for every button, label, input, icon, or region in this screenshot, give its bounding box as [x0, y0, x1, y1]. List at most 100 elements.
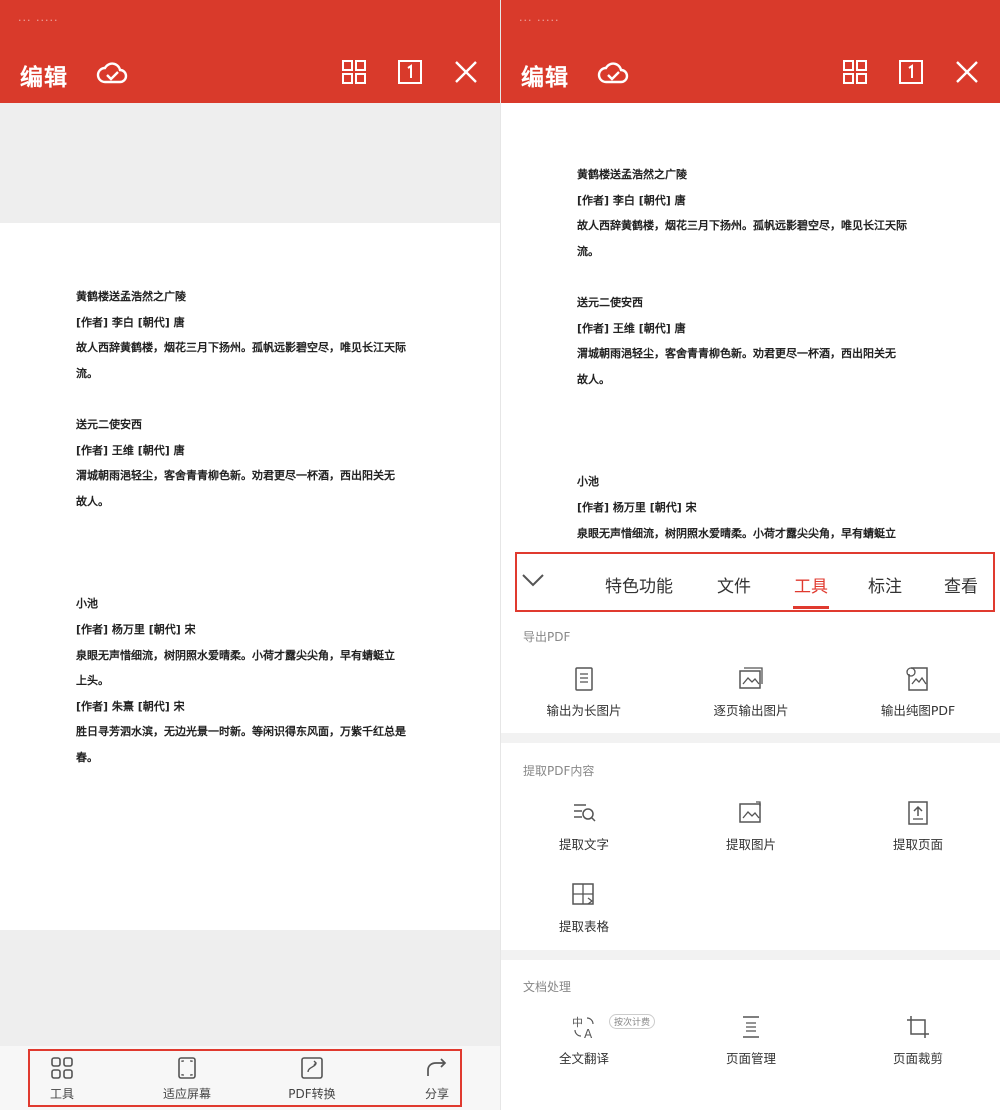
cloud-check-icon[interactable] — [96, 58, 128, 90]
doc-line: 黄鹤楼送孟浩然之广陵 — [76, 290, 186, 303]
tab-view[interactable]: 查看 — [944, 572, 978, 597]
single-page-icon[interactable] — [897, 58, 925, 86]
doc-line: 故人西辞黄鹤楼，烟花三月下扬州。孤帆远影碧空尽，唯见长江天际 — [577, 219, 907, 233]
doc-line: [作者] 杨万里 [朝代] 宋 — [577, 500, 697, 514]
tool-extract-table[interactable]: 提取表格 — [509, 882, 659, 935]
tab-file[interactable]: 文件 — [717, 572, 751, 597]
tool-page-image[interactable]: 逐页输出图片 — [676, 666, 826, 719]
pdf-page-content: 黄鹤楼送孟浩然之广陵 [作者] 李白 [朝代] 唐 故人西辞黄鹤楼，烟花三月下扬… — [577, 162, 907, 546]
fit-screen-label: 适应屏幕 — [162, 1087, 211, 1101]
close-icon[interactable] — [953, 58, 981, 86]
tab-features[interactable]: 特色功能 — [605, 572, 673, 597]
extract-text-icon — [574, 804, 596, 822]
pdf-page-content: 黄鹤楼送孟浩然之广陵 [作者] 李白 [朝代] 唐 故人西辞黄鹤楼，烟花三月下扬… — [76, 284, 406, 771]
pdf-convert-label: PDF转换 — [288, 1087, 336, 1101]
section-title-extract: 提取PDF内容 — [523, 764, 595, 778]
cloud-check-icon[interactable] — [597, 58, 629, 90]
share-button[interactable]: 分享 — [392, 1056, 482, 1108]
pay-per-use-badge: 按次计费 — [609, 1014, 656, 1029]
grid-icon[interactable] — [841, 58, 869, 86]
edit-button[interactable]: 编辑 — [20, 58, 68, 92]
page-image-icon — [739, 667, 763, 689]
tool-image-pdf[interactable]: 输出纯图PDF — [843, 666, 993, 719]
doc-line: 送元二使安西 — [76, 417, 142, 431]
section-divider — [501, 733, 1000, 743]
tab-tools[interactable]: 工具 — [794, 572, 828, 597]
extract-table-icon — [572, 883, 594, 905]
doc-line: [作者] 王维 [朝代] 唐 — [76, 443, 185, 457]
doc-line: 小池 — [76, 597, 98, 611]
doc-line: 渭城朝雨浥轻尘，客舍青青柳色新。劝君更尽一杯酒，西出阳关无 — [577, 347, 896, 361]
grid-icon[interactable] — [340, 58, 368, 86]
share-icon — [427, 1058, 447, 1076]
pdf-convert-button[interactable]: PDF转换 — [267, 1056, 357, 1108]
tool-extract-image[interactable]: 提取图片 — [676, 800, 826, 853]
tool-label: 输出纯图PDF — [880, 703, 956, 718]
doc-line: 故人。 — [76, 494, 109, 508]
doc-line: 黄鹤楼送孟浩然之广陵 — [577, 168, 687, 181]
doc-line: 流。 — [76, 366, 98, 380]
tools-button[interactable]: 工具 — [17, 1056, 107, 1108]
doc-line: 春。 — [76, 750, 98, 764]
edit-button[interactable]: 编辑 — [521, 58, 569, 92]
tool-translate[interactable]: 中 A 按次计费 全文翻译 — [509, 1014, 659, 1067]
doc-line: 流。 — [577, 244, 599, 258]
doc-line: 故人西辞黄鹤楼，烟花三月下扬州。孤帆远影碧空尽，唯见长江天际 — [76, 341, 406, 355]
tool-long-image[interactable]: 输出为长图片 — [509, 666, 659, 719]
doc-line: 上头。 — [76, 674, 109, 688]
section-divider — [501, 950, 1000, 960]
doc-line: [作者] 杨万里 [朝代] 宋 — [76, 622, 196, 636]
page-gap-bottom — [0, 930, 500, 1046]
doc-line: [作者] 朱熹 [朝代] 宋 — [76, 699, 185, 713]
tool-label: 提取文字 — [558, 837, 609, 852]
tools-label: 工具 — [49, 1087, 74, 1101]
svg-text:A: A — [584, 1027, 593, 1040]
doc-line: 泉眼无声惜细流，树阴照水爱晴柔。小荷才露尖尖角，早有蜻蜓立 — [76, 648, 395, 662]
section-title-processing: 文档处理 — [523, 980, 572, 994]
top-bar: ··· ····· 编辑 — [0, 0, 500, 103]
extract-image-icon — [739, 801, 761, 823]
pdf-convert-icon — [301, 1057, 323, 1079]
share-label: 分享 — [424, 1087, 449, 1101]
doc-line: 泉眼无声惜细流，树阴照水爱晴柔。小荷才露尖尖角，早有蜻蜓立 — [577, 526, 896, 540]
page-manage-icon — [743, 1016, 759, 1038]
tab-annotate[interactable]: 标注 — [868, 572, 902, 597]
long-image-icon — [575, 667, 593, 691]
bottom-toolbar: 工具 适应屏幕 PDF转换 分享 — [0, 1046, 500, 1110]
image-pdf-icon — [906, 667, 928, 691]
tool-label: 页面管理 — [725, 1051, 776, 1066]
extract-page-icon — [908, 801, 928, 825]
chevron-down-icon[interactable] — [521, 568, 545, 592]
page-gap-top — [0, 103, 500, 223]
doc-line: [作者] 李白 [朝代] 唐 — [76, 315, 185, 329]
tool-page-manage[interactable]: 页面管理 — [676, 1014, 826, 1067]
tab-bar — [515, 552, 995, 612]
right-screen: ··· ····· 编辑 黄鹤楼送孟浩然之广陵 [作者] 李白 [朝代] 唐 故… — [500, 0, 1000, 1110]
tool-extract-page[interactable]: 提取页面 — [843, 800, 993, 853]
tool-label: 全文翻译 — [558, 1051, 609, 1066]
top-bar: ··· ····· 编辑 — [501, 0, 1000, 103]
tool-label: 提取页面 — [892, 837, 943, 852]
doc-line: [作者] 王维 [朝代] 唐 — [577, 321, 686, 335]
doc-line: 胜日寻芳泗水滨，无边光景一时新。等闲识得东风面，万紫千红总是 — [76, 725, 406, 739]
left-screen: ··· ····· 编辑 黄鹤楼送孟浩然之广陵 [作者] 李白 [朝代] 唐 故… — [0, 0, 500, 1110]
fit-screen-icon — [178, 1057, 196, 1079]
close-icon[interactable] — [452, 58, 480, 86]
single-page-icon[interactable] — [396, 58, 424, 86]
tool-label: 提取图片 — [725, 837, 776, 852]
tool-label: 页面裁剪 — [892, 1051, 943, 1066]
tool-page-crop[interactable]: 页面裁剪 — [843, 1014, 993, 1067]
section-title-export: 导出PDF — [523, 630, 571, 644]
fit-screen-button[interactable]: 适应屏幕 — [142, 1056, 232, 1108]
status-bar: ··· ····· — [18, 14, 59, 27]
doc-line: 渭城朝雨浥轻尘，客舍青青柳色新。劝君更尽一杯酒，西出阳关无 — [76, 469, 395, 483]
svg-text:中: 中 — [572, 1016, 583, 1029]
translate-icon: 中 A — [572, 1016, 594, 1040]
tools-grid-icon — [51, 1057, 73, 1079]
doc-line: 小池 — [577, 475, 599, 489]
doc-line: 送元二使安西 — [577, 295, 643, 309]
tool-label: 逐页输出图片 — [713, 703, 789, 718]
tool-extract-text[interactable]: 提取文字 — [509, 800, 659, 853]
doc-line: [作者] 李白 [朝代] 唐 — [577, 193, 686, 207]
doc-line: 故人。 — [577, 372, 610, 386]
